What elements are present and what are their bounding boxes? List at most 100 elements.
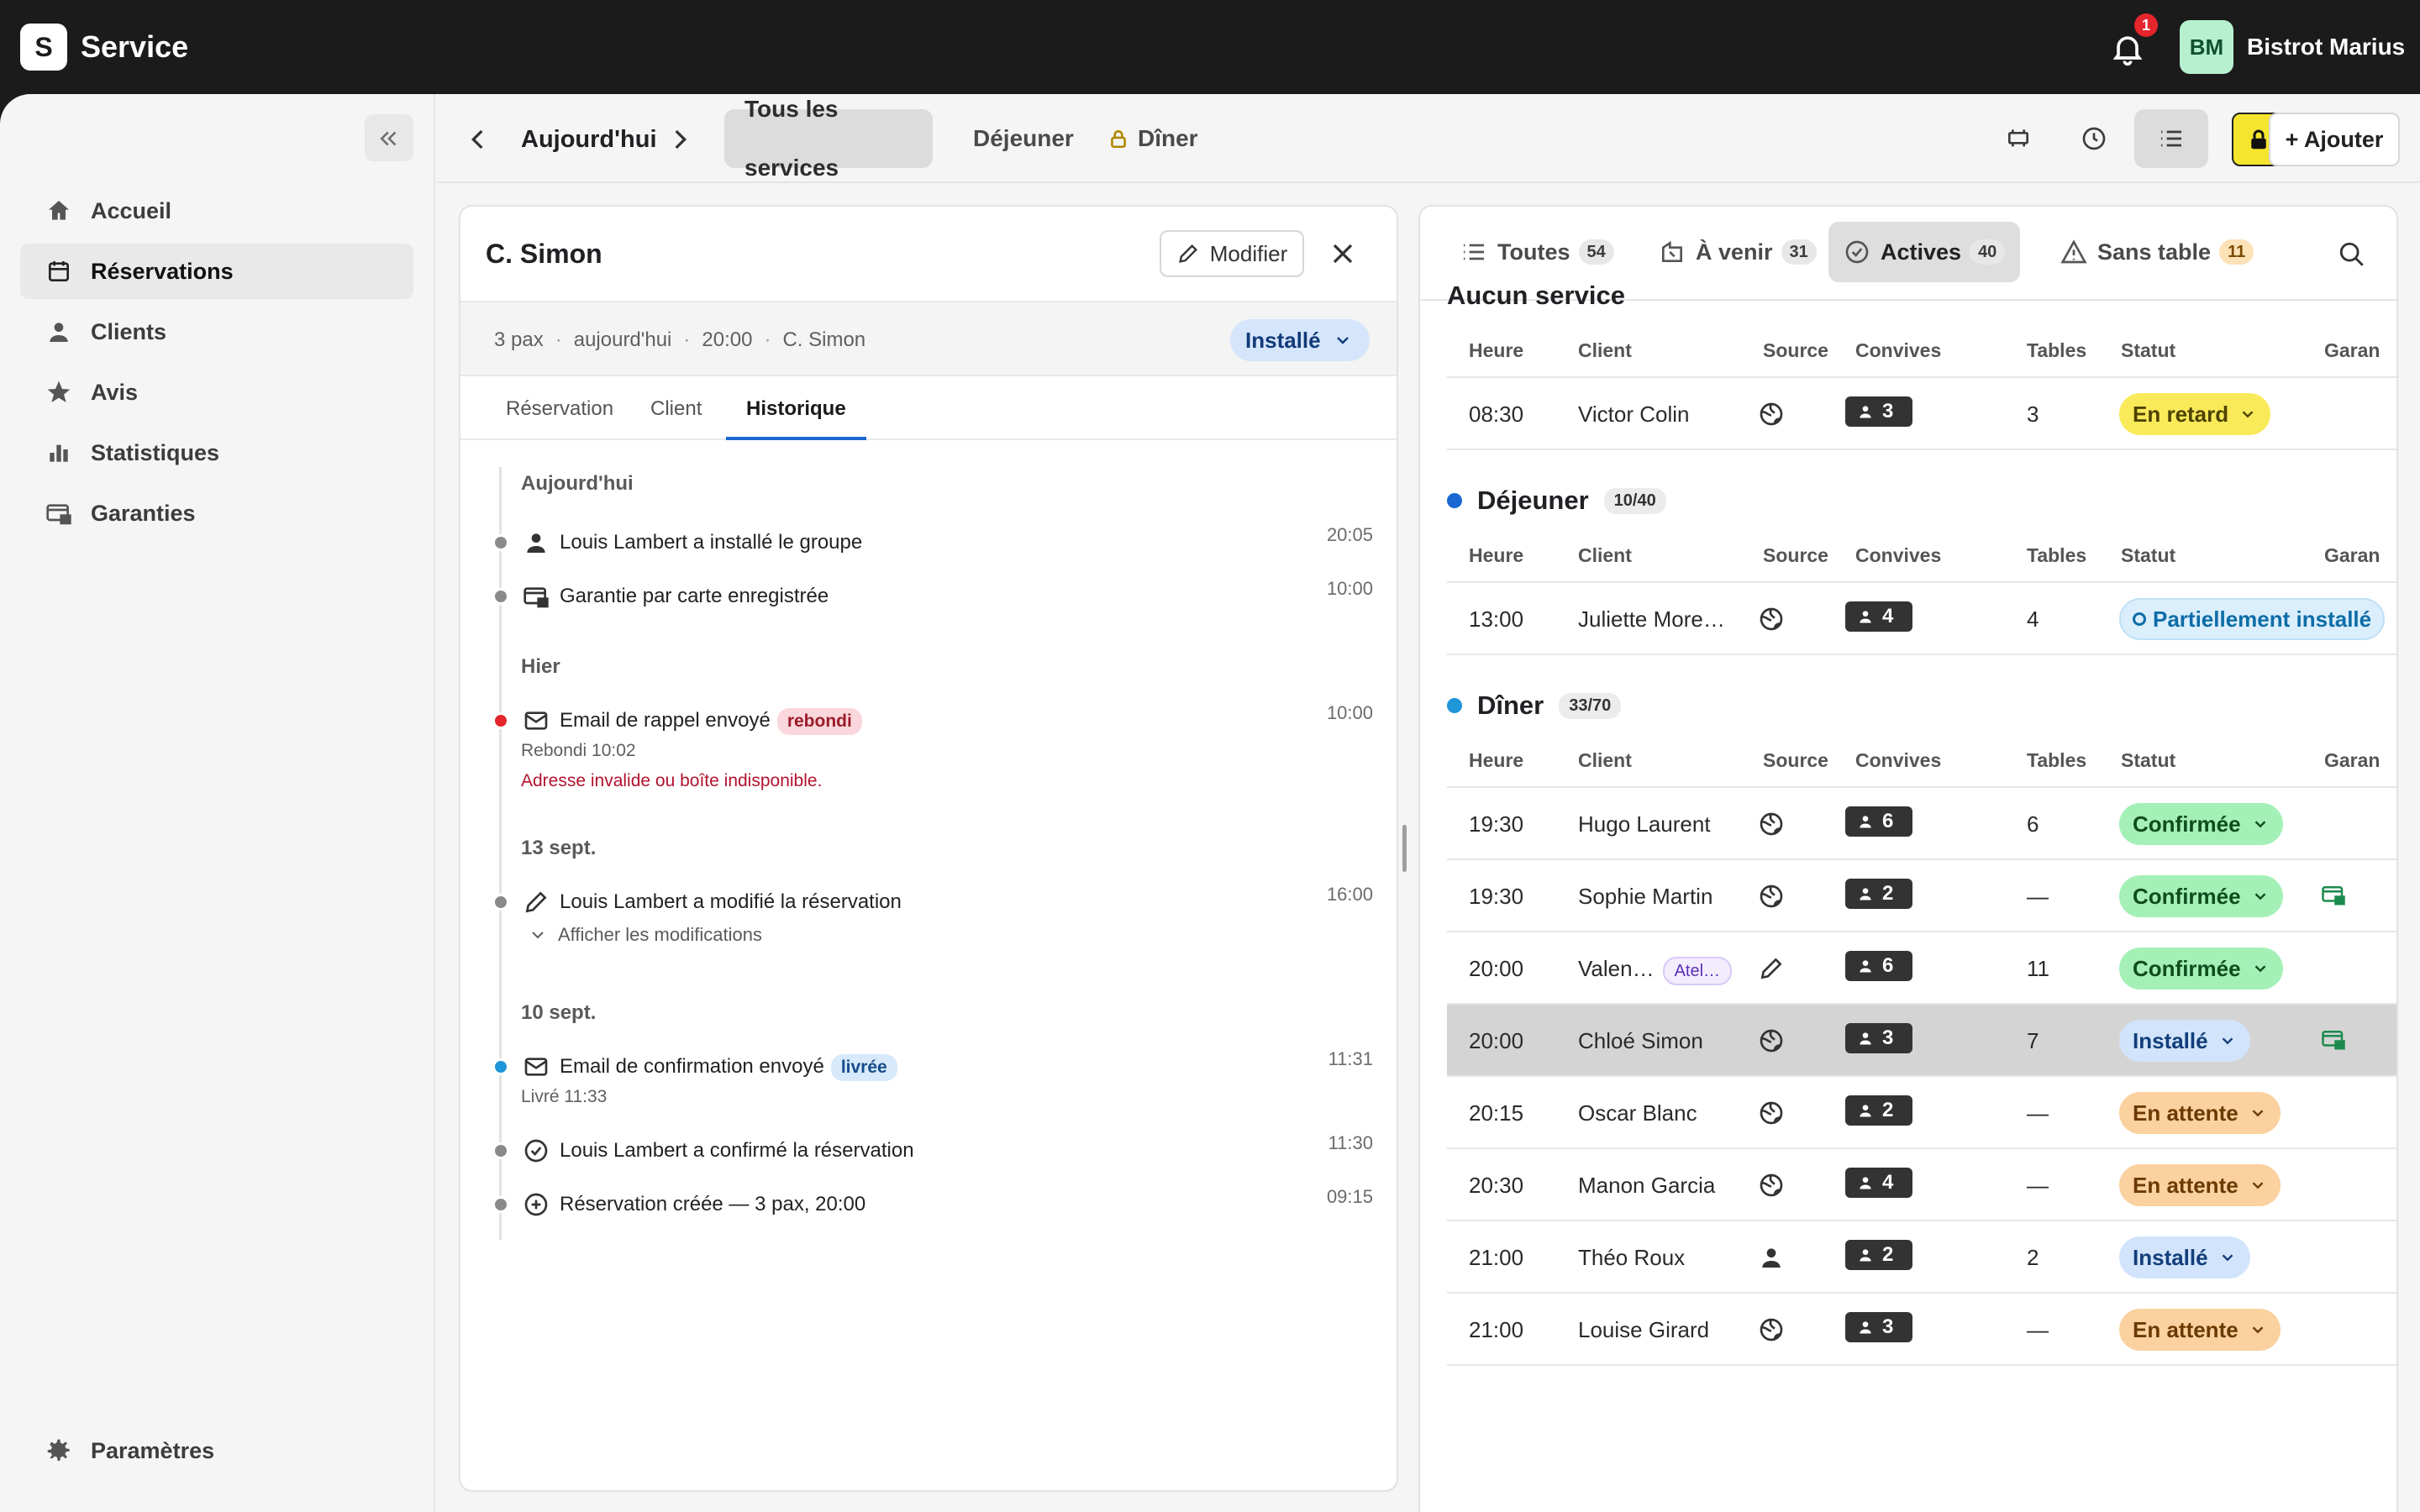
tab-toutes[interactable]: Toutes 54	[1445, 222, 1629, 282]
row-client: Victor Colin	[1578, 400, 1689, 428]
chevron-left-icon	[471, 129, 483, 150]
edit-button[interactable]: Modifier	[1160, 230, 1304, 277]
add-reservation-button[interactable]: + Ajouter	[2269, 113, 2400, 166]
sidebar-item-label: Paramètres	[91, 1437, 215, 1463]
search-icon[interactable]	[2338, 240, 2366, 269]
column-header-status[interactable]: Statut	[2121, 749, 2175, 772]
tab-dejeuner[interactable]: Déjeuner	[953, 109, 1094, 168]
summary-text: 3 pax · aujourd'hui · 20:00 · C. Simon	[494, 328, 866, 351]
column-header-guarantee[interactable]: Garan	[2324, 339, 2380, 362]
table-row[interactable]: 21:00 Louise Girard 3 — En attente	[1447, 1294, 2396, 1366]
sidebar-item-clients[interactable]: Clients	[20, 304, 413, 360]
tab-historique[interactable]: Historique	[726, 378, 866, 440]
person-icon	[1857, 608, 1882, 625]
tab-sans-table[interactable]: Sans table 11	[2045, 222, 2269, 282]
column-header-guarantee[interactable]: Garan	[2324, 544, 2380, 567]
column-header-source[interactable]: Source	[1763, 339, 1828, 362]
user-name[interactable]: Bistrot Marius	[2247, 32, 2405, 62]
table-row[interactable]: 19:30 Sophie Martin 2 — Confirmée	[1447, 860, 2396, 932]
tab-client[interactable]: Client	[630, 378, 722, 440]
sidebar-item-parametres[interactable]: Paramètres	[20, 1423, 413, 1478]
status-dropdown[interactable]: Installé	[1230, 319, 1370, 361]
column-header-guests[interactable]: Convives	[1855, 749, 1941, 772]
timeline-view-button[interactable]	[2057, 109, 2131, 168]
column-header-guests[interactable]: Convives	[1855, 544, 1941, 567]
sidebar-item-statistiques[interactable]: Statistiques	[20, 425, 413, 480]
tab-diner[interactable]: Dîner	[1087, 109, 1218, 168]
column-header-status[interactable]: Statut	[2121, 339, 2175, 362]
column-header-client[interactable]: Client	[1578, 749, 1632, 772]
app-logo[interactable]: S	[20, 24, 67, 71]
tab-reservation[interactable]: Réservation	[486, 378, 634, 440]
row-time: 21:00	[1469, 1245, 1524, 1270]
client-name: Théo Roux	[1578, 1245, 1686, 1270]
person-icon	[1857, 1102, 1882, 1119]
column-header-tables[interactable]: Tables	[2027, 544, 2086, 567]
table-row[interactable]: 08:30 Victor Colin 3 3 En retard	[1447, 378, 2396, 450]
column-header-time[interactable]: Heure	[1469, 749, 1523, 772]
status-dropdown[interactable]: En attente	[2119, 1164, 2281, 1206]
table-row[interactable]: 13:00 Juliette More… 4 4 Partiellement insta…	[1447, 583, 2396, 655]
sidebar-item-reservations[interactable]: Réservations	[20, 244, 413, 299]
client-name: Chloé Simon	[1578, 1028, 1703, 1053]
sidebar-item-avis[interactable]: Avis	[20, 365, 413, 420]
show-changes-link[interactable]: Afficher les modifications	[528, 924, 762, 946]
status-dropdown[interactable]: Confirmée	[2119, 875, 2283, 917]
panel-resize-handle[interactable]	[1402, 825, 1407, 872]
column-header-tables[interactable]: Tables	[2027, 339, 2086, 362]
column-header-status[interactable]: Statut	[2121, 544, 2175, 567]
current-date[interactable]: Aujourd'hui	[521, 124, 657, 155]
lock-icon	[1111, 130, 1126, 149]
status-label: Partiellement installé	[2153, 606, 2372, 632]
table-row[interactable]: 20:00 Chloé Simon 3 7 Installé	[1447, 1005, 2396, 1077]
person-icon	[1758, 1244, 1785, 1271]
column-header-guests[interactable]: Convives	[1855, 339, 1941, 362]
table-row[interactable]: 21:00 Théo Roux 2 2 Installé	[1447, 1221, 2396, 1294]
status-dropdown[interactable]: En attente	[2119, 1309, 2281, 1351]
table-row[interactable]: 20:15 Oscar Blanc 2 — En attente	[1447, 1077, 2396, 1149]
tables-view-button[interactable]	[1981, 109, 2055, 168]
previous-day-button[interactable]	[462, 123, 496, 156]
avatar[interactable]: BM	[2180, 20, 2233, 74]
close-button[interactable]	[1326, 237, 1360, 270]
column-header-time[interactable]: Heure	[1469, 339, 1523, 362]
row-tables: —	[2027, 1100, 2049, 1126]
person-icon	[1857, 1030, 1882, 1047]
timeline-dot	[492, 1142, 509, 1159]
chevron-down-icon	[2252, 1182, 2264, 1189]
reservation-detail-panel: C. Simon Modifier 3 pax · aujourd'hui · 20:0…	[459, 205, 1398, 1492]
sidebar-item-accueil[interactable]: Accueil	[20, 183, 413, 239]
tab-all-services[interactable]: Tous les services	[724, 96, 933, 181]
row-tables: 11	[2027, 956, 2049, 981]
next-day-button[interactable]	[662, 123, 696, 156]
status-dropdown[interactable]: Installé	[2119, 1020, 2250, 1062]
tab-a-venir[interactable]: À venir 31	[1644, 222, 1832, 282]
guest-count-value: 6	[1882, 954, 1894, 977]
column-header-source[interactable]: Source	[1763, 544, 1828, 567]
status-dropdown[interactable]: Installé	[2119, 1236, 2250, 1278]
column-header-tables[interactable]: Tables	[2027, 749, 2086, 772]
table-row[interactable]: 19:30 Hugo Laurent 6 6 Confirmée	[1447, 788, 2396, 860]
status-dropdown[interactable]: En retard	[2119, 393, 2271, 435]
column-header-guarantee[interactable]: Garan	[2324, 749, 2380, 772]
table-row[interactable]: 20:00 Valen… Atel… 6 11 Confirmée	[1447, 932, 2396, 1005]
status-dropdown[interactable]: En attente	[2119, 1092, 2281, 1134]
tab-actives[interactable]: Actives 40	[1828, 222, 2021, 282]
status-dropdown[interactable]: Confirmée	[2119, 803, 2283, 845]
status-dropdown[interactable]: Confirmée	[2119, 948, 2283, 990]
timeline-dot	[492, 588, 509, 605]
status-label: Installé	[1245, 327, 1321, 353]
status-badge[interactable]: Partiellement installé	[2119, 598, 2386, 640]
table-row[interactable]: 20:30 Manon Garcia 4 — En attente	[1447, 1149, 2396, 1221]
sidebar-item-garanties[interactable]: Garanties	[20, 486, 413, 541]
row-client: Juliette More…	[1578, 605, 1725, 633]
column-header-client[interactable]: Client	[1578, 544, 1632, 567]
sidebar-nav: Accueil Réservations Clients Avis Statis…	[20, 183, 413, 546]
row-time: 13:00	[1469, 606, 1524, 632]
column-header-source[interactable]: Source	[1763, 749, 1828, 772]
column-header-client[interactable]: Client	[1578, 339, 1632, 362]
collapse-sidebar-button[interactable]	[365, 114, 413, 161]
list-view-button[interactable]	[2134, 109, 2208, 168]
column-header-time[interactable]: Heure	[1469, 544, 1523, 567]
row-tables: —	[2027, 1173, 2049, 1198]
